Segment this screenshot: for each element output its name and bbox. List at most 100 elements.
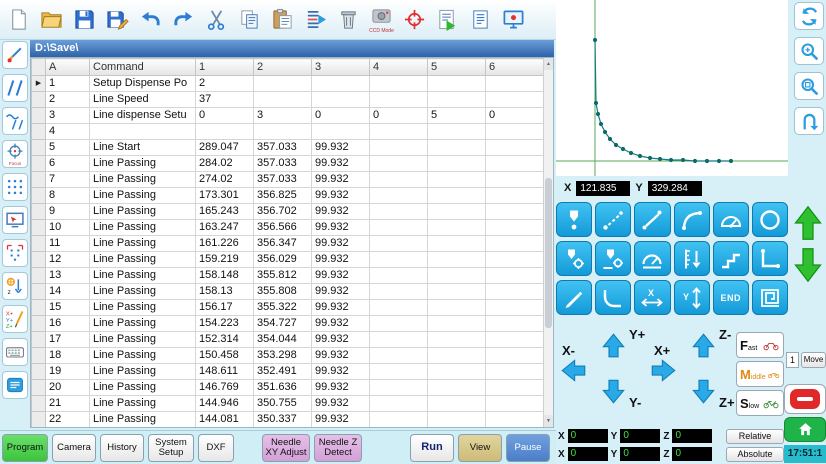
table-cell[interactable]: 356.347 bbox=[254, 236, 312, 252]
table-cell[interactable] bbox=[370, 412, 428, 428]
table-row[interactable]: ▶1Setup Dispense Po2 bbox=[32, 76, 544, 92]
table-cell[interactable]: Line Passing bbox=[90, 348, 196, 364]
table-cell[interactable]: 99.932 bbox=[312, 332, 370, 348]
table-cell[interactable]: 150.458 bbox=[196, 348, 254, 364]
table-cell[interactable] bbox=[486, 396, 544, 412]
table-cell[interactable] bbox=[370, 380, 428, 396]
table-cell[interactable]: 4 bbox=[46, 124, 90, 140]
column-header[interactable]: 2 bbox=[254, 59, 312, 76]
table-cell[interactable]: 3 bbox=[254, 108, 312, 124]
table-cell[interactable] bbox=[90, 124, 196, 140]
fast-speed-button[interactable]: Fast bbox=[736, 332, 784, 358]
table-cell[interactable] bbox=[254, 92, 312, 108]
table-cell[interactable] bbox=[428, 284, 486, 300]
list-up-button[interactable] bbox=[792, 204, 824, 242]
table-cell[interactable] bbox=[370, 284, 428, 300]
table-cell[interactable]: 353.298 bbox=[254, 348, 312, 364]
table-cell[interactable]: 159.219 bbox=[196, 252, 254, 268]
table-cell[interactable]: 9 bbox=[46, 204, 90, 220]
speed-setup-button[interactable] bbox=[634, 241, 670, 276]
table-cell[interactable]: 274.02 bbox=[196, 172, 254, 188]
return-origin-button[interactable] bbox=[794, 107, 824, 135]
table-cell[interactable]: 10 bbox=[46, 220, 90, 236]
table-cell[interactable]: Line Passing bbox=[90, 332, 196, 348]
relative-mode-button[interactable]: Relative bbox=[726, 429, 784, 444]
table-cell[interactable]: 357.033 bbox=[254, 156, 312, 172]
y-measure-button[interactable]: Y bbox=[674, 280, 710, 315]
column-header[interactable]: 4 bbox=[370, 59, 428, 76]
table-cell[interactable]: 351.636 bbox=[254, 380, 312, 396]
table-cell[interactable]: Line Passing bbox=[90, 252, 196, 268]
table-row[interactable]: 9Line Passing165.243356.70299.932 bbox=[32, 204, 544, 220]
table-cell[interactable] bbox=[486, 316, 544, 332]
table-cell[interactable]: Setup Dispense Po bbox=[90, 76, 196, 92]
corner-button[interactable] bbox=[752, 241, 788, 276]
table-cell[interactable] bbox=[486, 172, 544, 188]
toolpath-canvas[interactable] bbox=[556, 0, 788, 176]
table-cell[interactable] bbox=[486, 300, 544, 316]
table-cell[interactable] bbox=[486, 220, 544, 236]
table-cell[interactable]: 99.932 bbox=[312, 396, 370, 412]
table-cell[interactable]: Line Passing bbox=[90, 316, 196, 332]
table-cell[interactable]: 356.825 bbox=[254, 188, 312, 204]
dispense-point-button[interactable] bbox=[556, 202, 592, 237]
table-cell[interactable]: 158.13 bbox=[196, 284, 254, 300]
table-cell[interactable]: 146.769 bbox=[196, 380, 254, 396]
jog-x-minus-button[interactable]: X- bbox=[556, 344, 591, 384]
table-row[interactable]: 7Line Passing274.02357.03399.932 bbox=[32, 172, 544, 188]
table-cell[interactable]: 99.932 bbox=[312, 172, 370, 188]
table-cell[interactable] bbox=[486, 348, 544, 364]
new-file-button[interactable] bbox=[3, 2, 34, 37]
table-cell[interactable]: 154.223 bbox=[196, 316, 254, 332]
table-row[interactable]: 21Line Passing144.946350.75599.932 bbox=[32, 396, 544, 412]
ccd-mode-button[interactable]: CCD Mode bbox=[366, 2, 397, 37]
tab-camera[interactable]: Camera bbox=[52, 434, 96, 462]
focus-button[interactable]: Focus bbox=[2, 140, 28, 168]
tab-history[interactable]: History bbox=[100, 434, 144, 462]
table-cell[interactable]: 99.932 bbox=[312, 364, 370, 380]
table-cell[interactable]: 352.491 bbox=[254, 364, 312, 380]
copy-button[interactable] bbox=[234, 2, 265, 37]
table-cell[interactable]: 21 bbox=[46, 396, 90, 412]
table-cell[interactable] bbox=[370, 348, 428, 364]
table-cell[interactable]: 99.932 bbox=[312, 204, 370, 220]
table-row[interactable]: 17Line Passing152.314354.04499.932 bbox=[32, 332, 544, 348]
table-cell[interactable] bbox=[370, 156, 428, 172]
table-cell[interactable]: 0 bbox=[312, 108, 370, 124]
table-cell[interactable]: 165.243 bbox=[196, 204, 254, 220]
move-button[interactable]: Move bbox=[801, 352, 826, 368]
wave-lines-button[interactable] bbox=[2, 107, 28, 135]
table-cell[interactable] bbox=[370, 204, 428, 220]
crosshair-button[interactable] bbox=[399, 2, 430, 37]
table-cell[interactable]: 355.812 bbox=[254, 268, 312, 284]
table-cell[interactable]: 289.047 bbox=[196, 140, 254, 156]
document-button[interactable] bbox=[465, 2, 496, 37]
table-cell[interactable] bbox=[428, 364, 486, 380]
table-cell[interactable] bbox=[370, 396, 428, 412]
table-row[interactable]: 8Line Passing173.301356.82599.932 bbox=[32, 188, 544, 204]
table-cell[interactable] bbox=[370, 332, 428, 348]
table-cell[interactable] bbox=[428, 124, 486, 140]
table-row[interactable]: 14Line Passing158.13355.80899.932 bbox=[32, 284, 544, 300]
tab-pause[interactable]: Pause bbox=[506, 434, 550, 462]
angle-button[interactable] bbox=[713, 202, 749, 237]
table-cell[interactable]: 99.932 bbox=[312, 156, 370, 172]
table-cell[interactable]: 99.932 bbox=[312, 220, 370, 236]
table-cell[interactable]: 99.932 bbox=[312, 284, 370, 300]
table-cell[interactable] bbox=[370, 300, 428, 316]
table-cell[interactable]: Line Passing bbox=[90, 220, 196, 236]
tab-run[interactable]: Run bbox=[410, 434, 454, 462]
table-scrollbar[interactable]: ▲ ▼ bbox=[543, 58, 553, 427]
table-cell[interactable] bbox=[428, 412, 486, 428]
arc-button[interactable] bbox=[674, 202, 710, 237]
insert-row-button[interactable] bbox=[300, 2, 331, 37]
table-cell[interactable]: 99.932 bbox=[312, 188, 370, 204]
undo-button[interactable] bbox=[135, 2, 166, 37]
table-cell[interactable] bbox=[428, 396, 486, 412]
table-cell[interactable]: 12 bbox=[46, 252, 90, 268]
table-cell[interactable]: Line Passing bbox=[90, 204, 196, 220]
table-cell[interactable]: 16 bbox=[46, 316, 90, 332]
table-cell[interactable]: 144.081 bbox=[196, 412, 254, 428]
table-cell[interactable]: 37 bbox=[196, 92, 254, 108]
table-cell[interactable]: 354.044 bbox=[254, 332, 312, 348]
